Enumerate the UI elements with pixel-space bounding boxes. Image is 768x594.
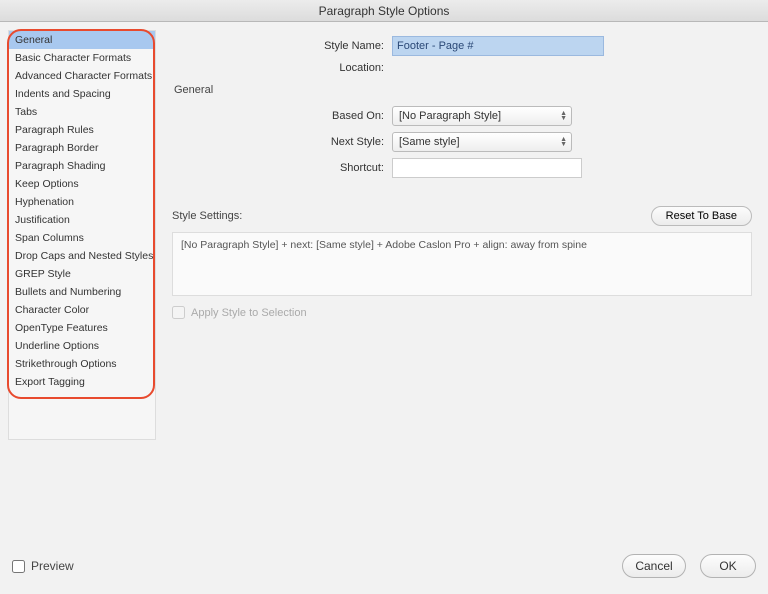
based-on-label: Based On: bbox=[172, 110, 392, 122]
style-settings-summary: [No Paragraph Style] + next: [Same style… bbox=[172, 232, 752, 296]
sidebar-item-export-tagging[interactable]: Export Tagging bbox=[9, 373, 155, 391]
category-sidebar: GeneralBasic Character FormatsAdvanced C… bbox=[8, 30, 156, 440]
sidebar-item-indents-and-spacing[interactable]: Indents and Spacing bbox=[9, 85, 155, 103]
next-style-select[interactable]: [Same style] ▲▼ bbox=[392, 132, 572, 152]
sidebar-item-grep-style[interactable]: GREP Style bbox=[9, 265, 155, 283]
style-name-label: Style Name: bbox=[172, 40, 392, 52]
sidebar-item-paragraph-shading[interactable]: Paragraph Shading bbox=[9, 157, 155, 175]
sidebar-item-strikethrough-options[interactable]: Strikethrough Options bbox=[9, 355, 155, 373]
sidebar-item-tabs[interactable]: Tabs bbox=[9, 103, 155, 121]
location-label: Location: bbox=[172, 62, 392, 74]
section-head-general: General bbox=[174, 84, 752, 96]
shortcut-label: Shortcut: bbox=[172, 162, 392, 174]
sidebar-item-general[interactable]: General bbox=[9, 31, 155, 49]
preview-checkbox[interactable] bbox=[12, 560, 25, 573]
next-style-label: Next Style: bbox=[172, 136, 392, 148]
sidebar-item-paragraph-rules[interactable]: Paragraph Rules bbox=[9, 121, 155, 139]
sidebar-item-justification[interactable]: Justification bbox=[9, 211, 155, 229]
sidebar-item-opentype-features[interactable]: OpenType Features bbox=[9, 319, 155, 337]
sidebar-item-character-color[interactable]: Character Color bbox=[9, 301, 155, 319]
dialog-body: GeneralBasic Character FormatsAdvanced C… bbox=[0, 22, 768, 440]
sidebar-item-advanced-character-formats[interactable]: Advanced Character Formats bbox=[9, 67, 155, 85]
dialog-footer: Preview Cancel OK bbox=[12, 554, 756, 578]
preview-label: Preview bbox=[31, 559, 74, 573]
style-name-input[interactable] bbox=[392, 36, 604, 56]
chevron-updown-icon: ▲▼ bbox=[560, 111, 567, 121]
sidebar-item-hyphenation[interactable]: Hyphenation bbox=[9, 193, 155, 211]
ok-button[interactable]: OK bbox=[700, 554, 756, 578]
apply-style-row: Apply Style to Selection bbox=[172, 306, 752, 319]
sidebar-item-paragraph-border[interactable]: Paragraph Border bbox=[9, 139, 155, 157]
preview-toggle[interactable]: Preview bbox=[12, 559, 74, 573]
dialog-title: Paragraph Style Options bbox=[0, 0, 768, 22]
apply-style-checkbox bbox=[172, 306, 185, 319]
main-panel: Style Name: Location: General Based On: … bbox=[156, 30, 756, 440]
chevron-updown-icon: ▲▼ bbox=[560, 137, 567, 147]
style-settings-label: Style Settings: bbox=[172, 210, 242, 222]
based-on-select[interactable]: [No Paragraph Style] ▲▼ bbox=[392, 106, 572, 126]
dialog-window: Paragraph Style Options GeneralBasic Cha… bbox=[0, 0, 768, 594]
based-on-value: [No Paragraph Style] bbox=[399, 110, 501, 122]
sidebar-item-underline-options[interactable]: Underline Options bbox=[9, 337, 155, 355]
sidebar-item-keep-options[interactable]: Keep Options bbox=[9, 175, 155, 193]
apply-style-label: Apply Style to Selection bbox=[191, 307, 307, 319]
sidebar-item-drop-caps-and-nested-styles[interactable]: Drop Caps and Nested Styles bbox=[9, 247, 155, 265]
next-style-value: [Same style] bbox=[399, 136, 460, 148]
cancel-button[interactable]: Cancel bbox=[622, 554, 686, 578]
shortcut-input[interactable] bbox=[392, 158, 582, 178]
sidebar-item-span-columns[interactable]: Span Columns bbox=[9, 229, 155, 247]
reset-to-base-button[interactable]: Reset To Base bbox=[651, 206, 752, 226]
sidebar-item-bullets-and-numbering[interactable]: Bullets and Numbering bbox=[9, 283, 155, 301]
sidebar-item-basic-character-formats[interactable]: Basic Character Formats bbox=[9, 49, 155, 67]
